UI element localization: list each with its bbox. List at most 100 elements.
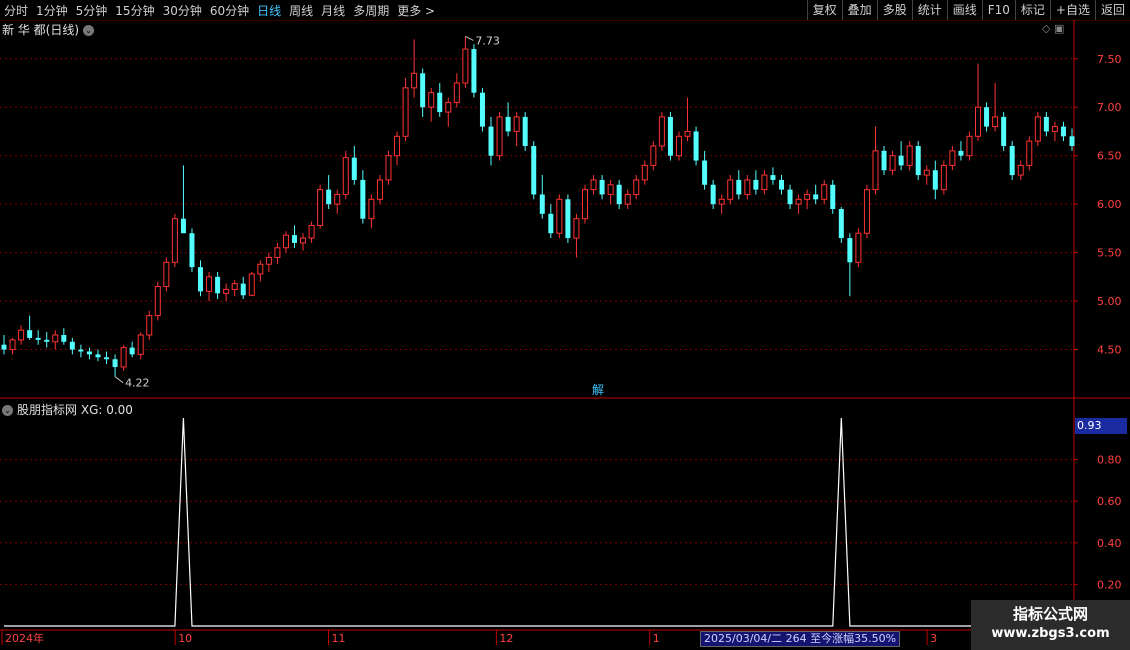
unlock-marker[interactable]: 解 — [591, 383, 605, 397]
candle — [282, 231, 289, 253]
candle — [437, 83, 443, 117]
candle — [675, 131, 682, 161]
indicator-title: ⌄ 股朋指标网 XG: 0.00 — [2, 401, 133, 418]
candle — [838, 207, 844, 243]
candle — [702, 150, 708, 190]
candle — [804, 189, 811, 209]
candle — [984, 102, 990, 132]
candle — [889, 150, 896, 176]
candle — [215, 272, 221, 300]
candle — [727, 175, 734, 205]
indicator-tick-label: 0.40 — [1097, 537, 1122, 550]
candle — [932, 160, 938, 200]
candle — [531, 141, 537, 200]
candle — [411, 39, 418, 98]
candle — [112, 354, 118, 377]
candle — [394, 131, 401, 166]
time-tick-label: 1 — [653, 632, 660, 645]
candle — [360, 170, 366, 224]
kline-chart: 7.50 7.00 6.50 6.00 5.50 5.00 4.50 7.73 4.22 0.80… — [0, 20, 1130, 645]
candle — [35, 330, 41, 345]
candle — [376, 175, 383, 205]
watermark-title: 指标公式网 — [1012, 605, 1088, 623]
candle — [684, 97, 691, 142]
indicator-name: 股朋指标网 — [17, 403, 78, 417]
candle — [326, 175, 332, 209]
candle — [163, 257, 170, 292]
candle — [718, 194, 725, 214]
price-tick-label: 6.00 — [1097, 198, 1122, 211]
candle — [761, 170, 768, 195]
candle — [821, 179, 828, 205]
candle — [248, 272, 255, 297]
candle — [154, 281, 161, 321]
candle — [539, 175, 545, 219]
candle — [27, 315, 33, 340]
candle — [44, 332, 50, 348]
candle — [257, 260, 264, 282]
candle — [958, 141, 964, 161]
time-tick-label: 12 — [499, 632, 513, 645]
candle — [624, 189, 631, 209]
indicator-tick-label: 0.20 — [1097, 578, 1122, 591]
candle — [206, 272, 213, 302]
candle — [223, 283, 230, 302]
candle — [291, 225, 297, 248]
candle — [368, 194, 375, 229]
candle — [317, 184, 324, 229]
candle — [342, 150, 349, 200]
candle — [420, 68, 426, 117]
candle — [1017, 160, 1024, 180]
candle — [402, 78, 409, 142]
candle — [180, 165, 186, 234]
candle — [1026, 136, 1033, 171]
date-readout: 2025/03/04/二 264 至今涨幅35.50% — [700, 631, 901, 647]
candle — [1009, 141, 1015, 180]
candle — [120, 344, 127, 371]
candle — [770, 167, 776, 185]
candle — [607, 179, 614, 205]
candle — [9, 337, 16, 355]
candle — [300, 233, 307, 251]
candle — [137, 332, 144, 360]
candle — [453, 73, 460, 108]
candle — [1, 335, 7, 355]
candle — [1051, 121, 1058, 142]
xg-signal-line — [4, 417, 1072, 627]
watermark: 指标公式网 www.zbgs3.com — [971, 600, 1130, 650]
candle — [1060, 121, 1066, 142]
candle — [274, 242, 281, 265]
candle — [146, 310, 153, 340]
candle — [496, 112, 503, 161]
candle — [872, 126, 879, 195]
indicator-tick-label: 0.80 — [1097, 454, 1122, 467]
candle — [787, 184, 793, 209]
candle — [940, 160, 947, 195]
high-label: 7.73 — [475, 34, 500, 47]
price-tick-label: 4.50 — [1097, 344, 1122, 357]
time-tick-label: 10 — [178, 632, 192, 645]
candle — [736, 170, 742, 200]
indicator-tick-label: 0.60 — [1097, 495, 1122, 508]
candle — [522, 112, 528, 151]
candle — [633, 175, 640, 200]
price-tick-label: 7.00 — [1097, 101, 1122, 114]
candle — [1001, 112, 1007, 151]
candle — [641, 160, 648, 185]
chevron-down-icon[interactable]: ⌄ — [2, 405, 13, 416]
candle — [445, 97, 452, 127]
candle — [69, 337, 75, 355]
candle — [590, 175, 597, 195]
candle — [975, 63, 982, 142]
price-tick-label: 5.00 — [1097, 295, 1122, 308]
candle — [813, 184, 819, 205]
candle — [265, 252, 272, 272]
candle — [471, 44, 477, 98]
candle — [650, 141, 657, 171]
candle — [198, 260, 204, 297]
candle — [599, 175, 605, 200]
candle — [171, 213, 178, 268]
low-marker — [114, 376, 124, 384]
candle — [61, 328, 67, 345]
candle — [556, 194, 563, 239]
